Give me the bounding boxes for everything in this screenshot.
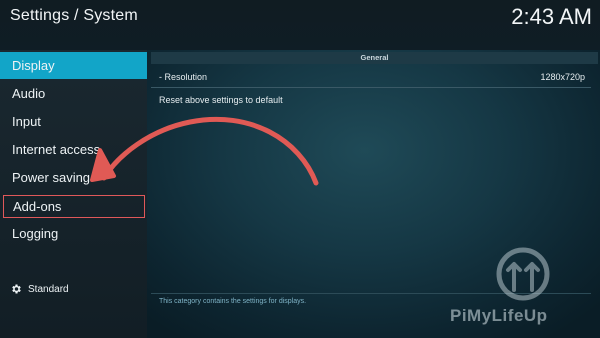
section-header-general: General (151, 52, 598, 64)
sidebar-item-logging[interactable]: Logging (0, 220, 147, 247)
kodi-settings-screen: Settings / System 2:43 AM Display Audio … (0, 0, 600, 338)
setting-reset-defaults-label: Reset above settings to default (159, 95, 283, 105)
sidebar-item-power-saving[interactable]: Power saving (0, 164, 147, 191)
watermark-text: PiMyLifeUp (450, 306, 548, 325)
sidebar-item-add-ons[interactable]: Add-ons (3, 195, 145, 218)
settings-level-button[interactable]: Standard (10, 283, 69, 295)
setting-resolution-value: 1280x720p (540, 72, 585, 82)
sidebar-item-input[interactable]: Input (0, 108, 147, 135)
top-bar: Settings / System 2:43 AM (0, 0, 600, 50)
clock: 2:43 AM (511, 4, 592, 29)
sidebar-item-internet-access[interactable]: Internet access (0, 136, 147, 163)
sidebar-item-audio[interactable]: Audio (0, 80, 147, 107)
gear-icon (12, 284, 21, 294)
settings-level-label: Standard (28, 283, 69, 295)
sidebar-item-display[interactable]: Display (0, 52, 147, 79)
divider (151, 87, 591, 88)
page-title: Settings / System (10, 7, 138, 24)
setting-resolution-label: - Resolution (159, 72, 208, 82)
setting-resolution[interactable]: - Resolution 1280x720p (151, 70, 591, 84)
setting-reset-defaults[interactable]: Reset above settings to default (151, 93, 591, 107)
help-text: This category contains the settings for … (159, 298, 307, 305)
